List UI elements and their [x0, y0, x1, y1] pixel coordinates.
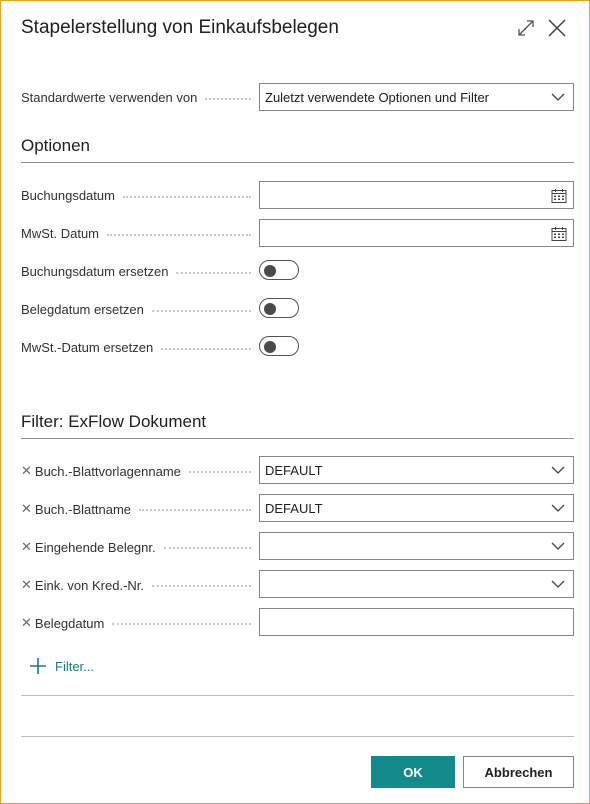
filter-row-label: ✕ Buch.-Blattvorlagenname	[21, 463, 251, 479]
belegdatum-ersetzen-toggle[interactable]	[259, 298, 299, 318]
filter-field-belegdatum[interactable]	[259, 608, 574, 636]
chevron-down-icon	[551, 504, 565, 512]
filter-row-label: ✕ Belegdatum	[21, 615, 251, 631]
filter-heading: Filter: ExFlow Dokument	[21, 412, 574, 439]
options-heading: Optionen	[21, 136, 574, 163]
filter-row-label: ✕ Eink. von Kred.-Nr.	[21, 577, 251, 593]
remove-filter-icon[interactable]: ✕	[21, 463, 32, 479]
buchungsdatum-ersetzen-toggle[interactable]	[259, 260, 299, 280]
chevron-down-icon	[551, 93, 565, 101]
chevron-down-icon	[551, 580, 565, 588]
toggle1-label-row: Buchungsdatum ersetzen	[21, 264, 251, 279]
filter-row-label: ✕ Eingehende Belegnr.	[21, 539, 251, 555]
defaults-value: Zuletzt verwendete Optionen und Filter	[265, 89, 490, 105]
remove-filter-icon[interactable]: ✕	[21, 615, 32, 631]
toggle3-label-row: MwSt.-Datum ersetzen	[21, 340, 251, 355]
remove-filter-icon[interactable]: ✕	[21, 539, 32, 555]
mwst-datum-field[interactable]	[259, 219, 574, 247]
chevron-down-icon	[551, 466, 565, 474]
calendar-icon[interactable]	[551, 226, 567, 242]
toggle2-label-row: Belegdatum ersetzen	[21, 302, 251, 317]
remove-filter-icon[interactable]: ✕	[21, 501, 32, 517]
defaults-label: Standardwerte verwenden von	[21, 90, 198, 105]
toggle2-label: Belegdatum ersetzen	[21, 302, 144, 317]
add-filter-label: Filter...	[55, 658, 95, 674]
filter-field-kred-nr[interactable]	[259, 570, 574, 598]
divider	[21, 695, 574, 696]
defaults-label-row: Standardwerte verwenden von	[21, 90, 251, 105]
cancel-button[interactable]: Abbrechen	[463, 756, 574, 788]
filter-field-vorlagenname[interactable]: DEFAULT	[259, 456, 574, 484]
toggle1-label: Buchungsdatum ersetzen	[21, 264, 169, 279]
dialog-window: Stapelerstellung von Einkaufsbelegen Sta…	[0, 0, 590, 804]
defaults-select[interactable]: Zuletzt verwendete Optionen und Filter	[259, 83, 574, 111]
close-icon[interactable]	[546, 17, 568, 39]
filter-field-belegnr[interactable]	[259, 532, 574, 560]
mwst-datum-ersetzen-toggle[interactable]	[259, 336, 299, 356]
buchungsdatum-label: Buchungsdatum	[21, 188, 115, 203]
calendar-icon[interactable]	[551, 188, 567, 204]
add-filter-button[interactable]: Filter...	[29, 657, 94, 675]
toggle3-label: MwSt.-Datum ersetzen	[21, 340, 154, 355]
remove-filter-icon[interactable]: ✕	[21, 577, 32, 593]
mwst-datum-label-row: MwSt. Datum	[21, 226, 251, 241]
plus-icon	[30, 658, 46, 674]
filter-row-label: ✕ Buch.-Blattname	[21, 501, 251, 517]
mwst-datum-label: MwSt. Datum	[21, 226, 100, 241]
chevron-down-icon	[551, 542, 565, 550]
divider	[21, 736, 574, 737]
ok-button[interactable]: OK	[371, 756, 455, 788]
dialog-title: Stapelerstellung von Einkaufsbelegen	[21, 17, 339, 38]
expand-icon[interactable]	[515, 17, 537, 39]
buchungsdatum-label-row: Buchungsdatum	[21, 188, 251, 203]
buchungsdatum-field[interactable]	[259, 181, 574, 209]
filter-field-blattname[interactable]: DEFAULT	[259, 494, 574, 522]
